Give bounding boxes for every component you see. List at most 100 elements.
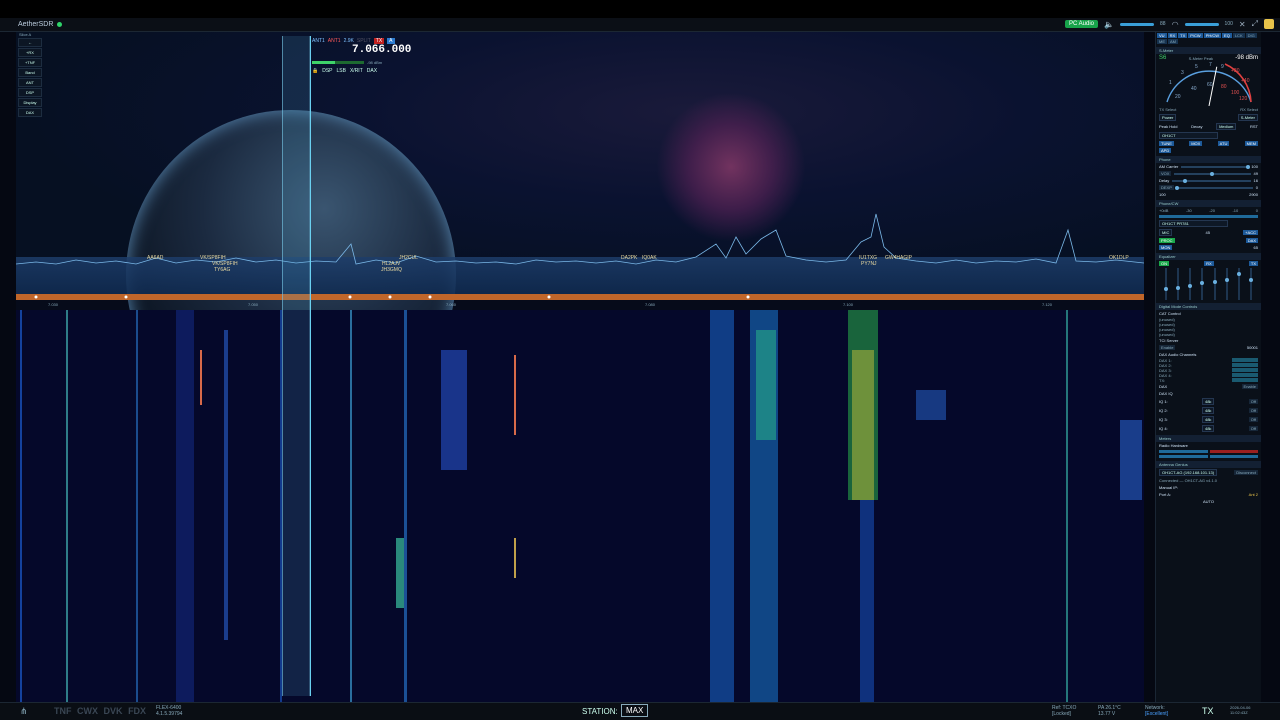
headphone-volume-slider[interactable]	[1184, 22, 1219, 26]
iq-rate-select[interactable]: 48k	[1201, 425, 1215, 432]
iq-rate-select[interactable]: 48k	[1201, 407, 1215, 414]
tab-rx[interactable]: RX	[1167, 33, 1178, 38]
back-button[interactable]: ←	[18, 38, 42, 47]
dax-tag[interactable]: DAX	[367, 68, 377, 74]
panadapter-display[interactable]: AA6AD VK/SP8FIH VK/SP8FIH TY6AG JH2CUL H…	[16, 32, 1144, 702]
tab-vu[interactable]: VU	[1157, 33, 1167, 38]
disconnect-button[interactable]: Disconnect	[1234, 470, 1258, 475]
iq-rate-select[interactable]: 48k	[1201, 416, 1215, 423]
eq-band-slider[interactable]	[1164, 268, 1169, 300]
station-name[interactable]: MAX	[621, 704, 649, 717]
antenna-genius-device[interactable]: OH1CT-AG (192.168.101.13)	[1159, 469, 1218, 476]
dvk-button[interactable]: DVK	[104, 706, 123, 716]
mem-button[interactable]: MEM	[1244, 141, 1258, 146]
iq-off-button[interactable]: Off	[1248, 426, 1258, 431]
dexp-slider[interactable]	[1174, 185, 1253, 190]
tab-dig[interactable]: DIG	[1245, 33, 1257, 38]
pc-volume-slider[interactable]	[1120, 22, 1154, 26]
panadapter[interactable]: AA6AD VK/SP8FIH VK/SP8FIH TY6AG JH2CUL H…	[16, 32, 1144, 440]
acc-button[interactable]: +ACC	[1243, 230, 1258, 235]
mic-profile-select[interactable]: OH1CT PR781	[1159, 220, 1229, 227]
high-cut-value[interactable]: 2900	[1249, 192, 1258, 197]
slice-a-center-line[interactable]	[310, 36, 311, 696]
tx-antenna-selector[interactable]: ANT1	[328, 38, 341, 44]
waterfall[interactable]	[16, 310, 1144, 702]
spot-callsign[interactable]: GW4HAGIP	[885, 255, 912, 261]
tune-button[interactable]: TUNE	[1159, 141, 1174, 146]
mon-button[interactable]: MON	[1159, 245, 1173, 250]
eq-band-slider[interactable]	[1200, 268, 1205, 300]
band-button[interactable]: Band	[18, 68, 42, 77]
mode-tag[interactable]: LSB	[337, 68, 346, 74]
eq-rx-button[interactable]: RX	[1204, 261, 1214, 266]
eq-band-slider[interactable]	[1248, 268, 1253, 300]
slice-frequency[interactable]: 7.066.000	[352, 44, 424, 56]
spot-callsign[interactable]: DA2PK	[621, 255, 637, 261]
low-cut-value[interactable]: 100	[1159, 192, 1166, 197]
eq-band-slider[interactable]	[1176, 268, 1181, 300]
lock-icon[interactable]: 🔒	[312, 68, 318, 74]
eq-band-slider[interactable]	[1224, 268, 1229, 300]
dsp-tag[interactable]: DSP	[322, 68, 332, 74]
iq-off-button[interactable]: Off	[1248, 417, 1258, 422]
tab-me[interactable]: ME	[1157, 39, 1167, 44]
delay-slider[interactable]	[1172, 178, 1251, 183]
tab-pcw[interactable]: P/CW	[1188, 33, 1203, 38]
headphones-icon[interactable]: ◠	[1172, 20, 1179, 29]
eq-band-slider[interactable]	[1212, 268, 1217, 300]
bulb-icon[interactable]	[1264, 19, 1274, 29]
add-rx-button[interactable]: +RX	[18, 48, 42, 57]
spot-callsign[interactable]: AA6AD	[147, 255, 163, 261]
decay-select[interactable]: Medium	[1216, 123, 1237, 130]
cwx-button[interactable]: CWX	[77, 706, 98, 716]
dax-enable-button[interactable]: Enable	[1241, 384, 1258, 389]
tab-tx[interactable]: TX	[1178, 33, 1188, 38]
eq-on-button[interactable]: ON	[1159, 261, 1169, 266]
tx-meter-select[interactable]: Power	[1159, 114, 1177, 121]
mox-button[interactable]: MOX	[1189, 141, 1203, 146]
fdx-button[interactable]: FDX	[128, 706, 146, 716]
xrit-tag[interactable]: X/RIT	[350, 68, 363, 74]
tci-port[interactable]: 50001	[1247, 345, 1258, 350]
eq-band-slider[interactable]	[1236, 268, 1241, 300]
tab-lck[interactable]: LCK	[1232, 33, 1245, 38]
spot-callsign[interactable]: PY7NJ	[861, 261, 877, 267]
rx-meter-select[interactable]: S-Meter	[1237, 114, 1258, 121]
rx-antenna-selector[interactable]: ANT1	[312, 38, 325, 44]
eq-band-slider[interactable]	[1188, 268, 1193, 300]
display-button[interactable]: Display	[18, 98, 42, 107]
resize-icon[interactable]: ⤢	[1252, 19, 1258, 29]
add-tnf-button[interactable]: +TNF	[18, 58, 42, 67]
mic-source-select[interactable]: MIC	[1159, 229, 1173, 236]
spot-callsign[interactable]: IQ0AK	[642, 255, 657, 261]
tab-eq[interactable]: EQ	[1222, 33, 1232, 38]
slice-a-filter-passband[interactable]	[282, 36, 310, 696]
proc-button[interactable]: PROC	[1159, 238, 1175, 243]
iq-off-button[interactable]: Off	[1248, 399, 1258, 404]
port-b-value[interactable]: Ant 2	[1249, 492, 1258, 497]
eq-tx-button[interactable]: TX	[1248, 261, 1258, 266]
close-icon[interactable]: ✕	[1239, 20, 1246, 29]
iq-off-button[interactable]: Off	[1248, 408, 1258, 413]
spot-callsign[interactable]: JH3GMQ	[381, 267, 402, 273]
dax-button[interactable]: DAX	[18, 108, 42, 117]
atu-button[interactable]: ATU	[1217, 141, 1230, 146]
ant-button[interactable]: ANT	[18, 78, 42, 87]
pc-audio-button[interactable]: PC Audio	[1065, 20, 1099, 28]
mic-dax-button[interactable]: DAX	[1245, 238, 1258, 243]
apd-button[interactable]: APD	[1159, 148, 1172, 153]
auto-button[interactable]: AUTO	[1203, 499, 1214, 504]
tci-enable-button[interactable]: Enable	[1159, 345, 1176, 350]
dsp-button[interactable]: DSP	[18, 88, 42, 97]
tab-am[interactable]: AM	[1168, 39, 1178, 44]
profile-select[interactable]: OH1CT	[1159, 132, 1219, 139]
vox-button[interactable]: VOX	[1159, 171, 1172, 176]
tab-phcw[interactable]: PH/CW	[1203, 33, 1222, 38]
am-carrier-slider[interactable]	[1181, 164, 1251, 169]
iq-rate-select[interactable]: 48k	[1201, 398, 1215, 405]
tnf-button[interactable]: TNF	[54, 706, 72, 716]
spot-callsign[interactable]: TY6AG	[214, 267, 230, 273]
spot-callsign[interactable]: JH2CUL	[399, 255, 418, 261]
vox-slider[interactable]	[1174, 171, 1251, 176]
speaker-icon[interactable]: 🔈	[1104, 20, 1114, 29]
